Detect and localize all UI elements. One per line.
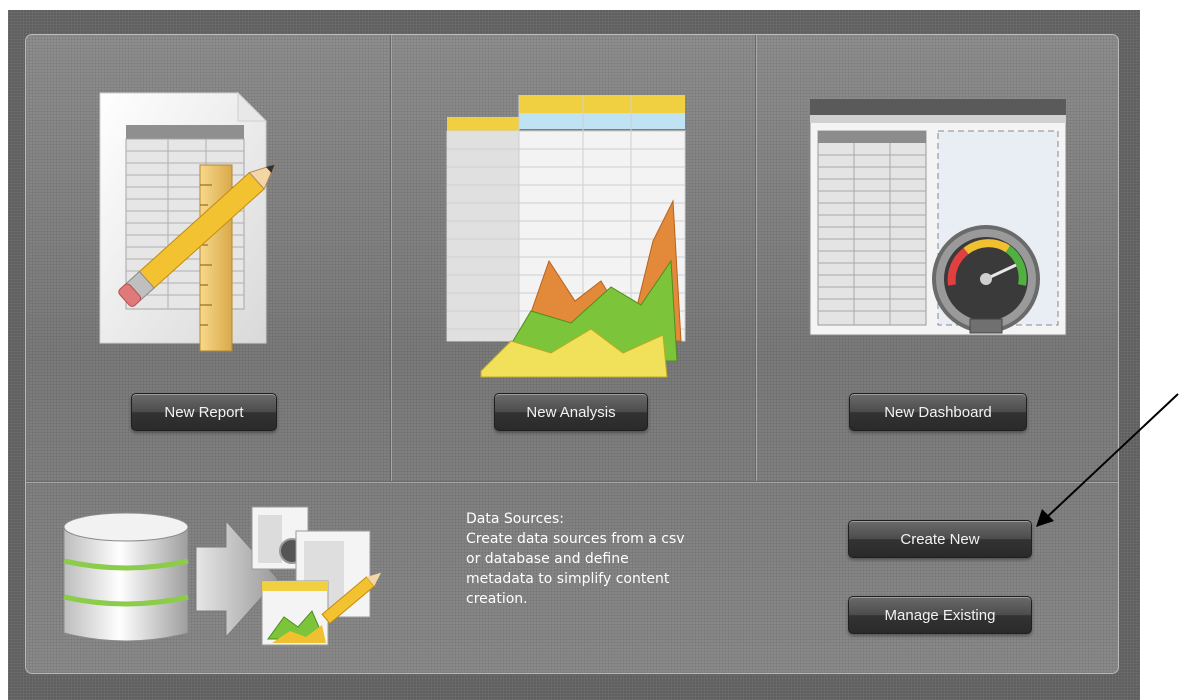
new-analysis-button[interactable]: New Analysis xyxy=(494,393,648,431)
description-line: Data Sources: xyxy=(466,511,564,527)
home-panel: New Report New Analysis New Dashboard Da… xyxy=(25,34,1119,674)
report-icon xyxy=(99,91,276,352)
create-new-button[interactable]: Create New xyxy=(848,520,1032,558)
new-report-button[interactable]: New Report xyxy=(131,393,277,431)
data-sources-icon xyxy=(63,506,382,646)
tile-new-analysis: New Analysis xyxy=(391,35,755,481)
analysis-icon xyxy=(446,95,686,378)
new-dashboard-button[interactable]: New Dashboard xyxy=(849,393,1027,431)
description-line: or database and define xyxy=(466,551,629,567)
manage-existing-button[interactable]: Manage Existing xyxy=(848,596,1032,634)
divider xyxy=(26,481,1118,483)
dashboard-icon xyxy=(809,98,1067,336)
tile-new-dashboard: New Dashboard xyxy=(756,35,1118,481)
description-line: creation. xyxy=(466,591,528,607)
description-line: metadata to simplify content xyxy=(466,571,670,587)
data-sources-description: Data Sources: Create data sources from a… xyxy=(466,509,736,609)
description-line: Create data sources from a csv xyxy=(466,531,685,547)
tile-new-report: New Report xyxy=(26,35,390,481)
